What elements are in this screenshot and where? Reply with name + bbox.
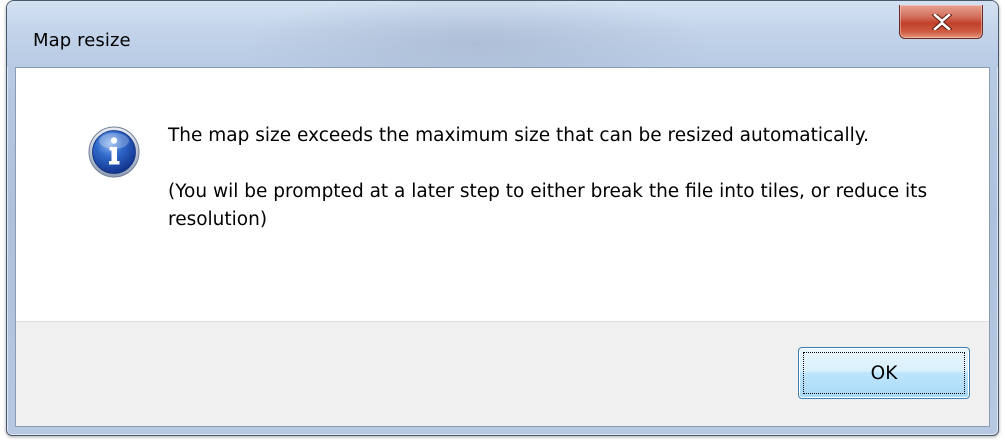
- button-area: OK: [16, 321, 989, 426]
- ok-button-label: OK: [803, 352, 965, 394]
- window-title: Map resize: [33, 30, 131, 51]
- close-x-icon: [932, 14, 952, 30]
- message-text: The map size exceeds the maximum size th…: [168, 122, 948, 234]
- title-bar[interactable]: Map resize: [7, 1, 998, 67]
- dialog-content: The map size exceeds the maximum size th…: [15, 67, 990, 427]
- close-button[interactable]: [899, 5, 983, 39]
- message-line-2: (You wil be prompted at a later step to …: [168, 181, 928, 230]
- dialog-window: Map resize The map size exceeds the maxi…: [6, 0, 999, 436]
- information-icon: [88, 126, 140, 178]
- ok-button[interactable]: OK: [798, 347, 970, 399]
- message-line-1: The map size exceeds the maximum size th…: [168, 125, 869, 146]
